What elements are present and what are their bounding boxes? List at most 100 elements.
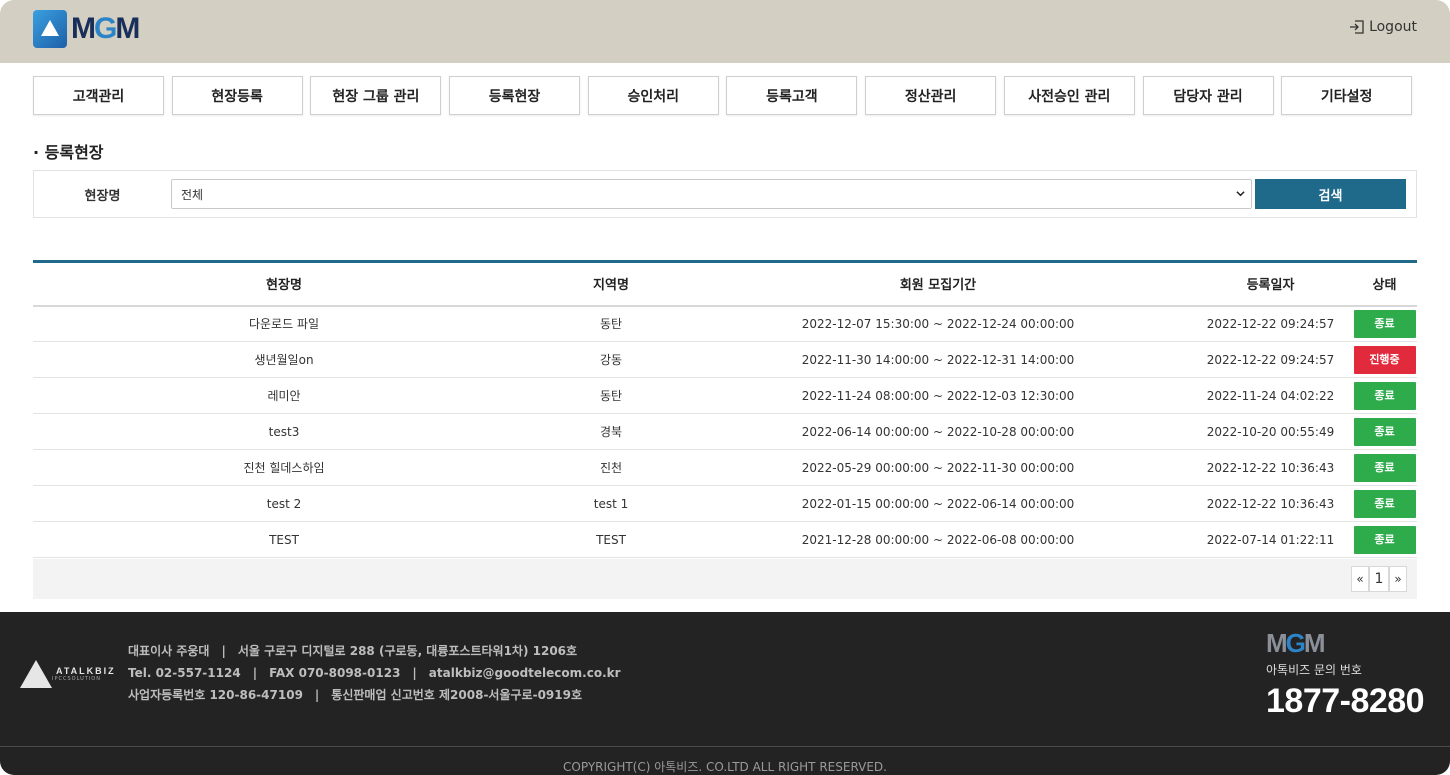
- pagination-bar: « 1 »: [33, 559, 1417, 599]
- cell-site-name: 진천 힐데스하임: [33, 449, 535, 486]
- cell-status: 종료: [1352, 521, 1417, 558]
- sites-table-wrap: 현장명 지역명 회원 모집기간 등록일자 상태 다운로드 파일 동탄 2022-12…: [33, 260, 1417, 558]
- cell-registered-date: 2022-07-14 01:22:11: [1189, 521, 1352, 558]
- top-header: MGM Logout: [0, 0, 1450, 63]
- cell-status: 진행중: [1352, 341, 1417, 378]
- company-info-line-1: 대표이사 주웅대 | 서울 구로구 디지털로 288 (구로동, 대륭포스트타워…: [128, 644, 578, 658]
- table-header-row: 현장명 지역명 회원 모집기간 등록일자 상태: [33, 261, 1417, 307]
- cell-site-name: 레미안: [33, 377, 535, 414]
- cell-region: 진천: [535, 449, 687, 486]
- cell-site-name: test 2: [33, 485, 535, 522]
- status-badge[interactable]: 종료: [1353, 489, 1416, 518]
- atalkbiz-logo-text: ATALKBIZ: [56, 665, 116, 676]
- nav-settlement-management[interactable]: 정산관리: [865, 76, 997, 115]
- cell-registered-date: 2022-11-24 04:02:22: [1189, 377, 1352, 414]
- company-info-line-2: Tel. 02-557-1124 | FAX 070-8098-0123 | a…: [128, 666, 621, 680]
- pagination-next-button[interactable]: »: [1389, 566, 1407, 592]
- contact-block: MGM 아톡비즈 문의 번호 1877-8280: [1266, 628, 1426, 721]
- cell-registered-date: 2022-12-22 09:24:57: [1189, 341, 1352, 378]
- table-row[interactable]: test 2 test 1 2022-01-15 00:00:00 ~ 2022-0…: [33, 485, 1417, 522]
- cell-registered-date: 2022-12-22 09:24:57: [1189, 305, 1352, 342]
- cell-region: test 1: [535, 485, 687, 522]
- table-row[interactable]: 다운로드 파일 동탄 2022-12-07 15:30:00 ~ 2022-12-2…: [33, 305, 1417, 342]
- column-header-registered-date: 등록일자: [1189, 261, 1352, 307]
- page-title: · 등록현장: [33, 143, 104, 162]
- table-row[interactable]: 레미안 동탄 2022-11-24 08:00:00 ~ 2022-12-03 12…: [33, 377, 1417, 414]
- cell-recruit-period: 2022-11-24 08:00:00 ~ 2022-12-03 12:30:0…: [687, 377, 1189, 414]
- cell-region: TEST: [535, 521, 687, 558]
- search-button[interactable]: 검색: [1255, 179, 1406, 209]
- cell-site-name: 다운로드 파일: [33, 305, 535, 342]
- logout-icon: [1350, 20, 1364, 34]
- sites-table: 현장명 지역명 회원 모집기간 등록일자 상태 다운로드 파일 동탄 2022-12…: [33, 260, 1417, 558]
- footer-divider: [0, 746, 1450, 747]
- cell-region: 경북: [535, 413, 687, 450]
- mgm-logo[interactable]: MGM: [33, 10, 140, 48]
- status-badge[interactable]: 종료: [1353, 309, 1416, 338]
- atalkbiz-logo-sub: IPCCSOLUTION: [52, 675, 101, 682]
- pagination-page-1[interactable]: 1: [1369, 566, 1389, 592]
- logout-button[interactable]: Logout: [1348, 18, 1417, 36]
- logo-mark-icon: [33, 10, 67, 48]
- site-name-label: 현장명: [84, 188, 121, 204]
- cell-recruit-period: 2022-12-07 15:30:00 ~ 2022-12-24 00:00:0…: [687, 305, 1189, 342]
- cell-recruit-period: 2022-06-14 00:00:00 ~ 2022-10-28 00:00:0…: [687, 413, 1189, 450]
- nav-registered-customers[interactable]: 등록고객: [726, 76, 858, 115]
- cell-status: 종료: [1352, 413, 1417, 450]
- pagination: « 1 »: [1351, 566, 1407, 592]
- cell-status: 종료: [1352, 377, 1417, 414]
- column-header-status: 상태: [1352, 261, 1417, 307]
- status-badge[interactable]: 종료: [1353, 525, 1416, 554]
- site-name-selected-value: 전체: [181, 187, 204, 202]
- copyright-text: COPYRIGHT(C) 아톡비즈. CO.LTD ALL RIGHT RESE…: [563, 760, 887, 774]
- atalkbiz-logo: ATALKBIZ IPCCSOLUTION: [20, 660, 116, 688]
- cell-status: 종료: [1352, 485, 1417, 522]
- cell-region: 동탄: [535, 377, 687, 414]
- logo-text: MGM: [71, 12, 140, 45]
- cell-status: 종료: [1352, 305, 1417, 342]
- atalkbiz-logo-icon: [20, 660, 52, 688]
- nav-site-group-management[interactable]: 현장 그룹 관리: [310, 76, 442, 115]
- cell-registered-date: 2022-12-22 10:36:43: [1189, 485, 1352, 522]
- table-row[interactable]: TEST TEST 2021-12-28 00:00:00 ~ 2022-06-08…: [33, 521, 1417, 558]
- contact-phone-number: 1877-8280: [1266, 682, 1425, 720]
- atalkbiz-logo-wordmark: ATALKBIZ IPCCSOLUTION: [52, 665, 116, 682]
- status-badge[interactable]: 종료: [1353, 417, 1416, 446]
- table-row[interactable]: 생년월일on 강동 2022-11-30 14:00:00 ~ 2022-12-31…: [33, 341, 1417, 378]
- site-name-select[interactable]: 전체: [171, 179, 1252, 209]
- cell-recruit-period: 2021-12-28 00:00:00 ~ 2022-06-08 00:00:0…: [687, 521, 1189, 558]
- column-header-site-name: 현장명: [33, 261, 535, 307]
- column-header-recruit-period: 회원 모집기간: [687, 261, 1189, 307]
- cell-site-name: test3: [33, 413, 535, 450]
- status-badge[interactable]: 종료: [1353, 453, 1416, 482]
- column-header-region: 지역명: [535, 261, 687, 307]
- cell-registered-date: 2022-12-22 10:36:43: [1189, 449, 1352, 486]
- company-info-line-3: 사업자등록번호 120-86-47109 | 통신판매업 신고번호 제2008-…: [128, 688, 583, 702]
- company-info: 대표이사 주웅대 | 서울 구로구 디지털로 288 (구로동, 대륭포스트타워…: [128, 640, 621, 706]
- nav-manager-management[interactable]: 담당자 관리: [1142, 76, 1274, 115]
- nav-registered-sites[interactable]: 등록현장: [449, 76, 581, 115]
- table-row[interactable]: 진천 힐데스하임 진천 2022-05-29 00:00:00 ~ 2022-11-…: [33, 449, 1417, 486]
- pagination-prev-button[interactable]: «: [1351, 566, 1369, 592]
- search-filter: 현장명 전체 검색: [33, 170, 1417, 218]
- main-nav: 고객관리 현장등록 현장 그룹 관리 등록현장 승인처리 등록고객 정산관리 사…: [33, 76, 1413, 115]
- contact-phone-label: 아톡비즈 문의 번호: [1266, 663, 1362, 677]
- app-frame: MGM Logout 고객관리 현장등록 현장 그룹 관리 등록현장 승인처리 …: [0, 0, 1450, 775]
- cell-status: 종료: [1352, 449, 1417, 486]
- footer-mgm-logo: MGM: [1266, 628, 1326, 658]
- cell-recruit-period: 2022-05-29 00:00:00 ~ 2022-11-30 00:00:0…: [687, 449, 1189, 486]
- nav-site-registration[interactable]: 현장등록: [171, 76, 303, 115]
- nav-pre-approval-management[interactable]: 사전승인 관리: [1003, 76, 1135, 115]
- nav-customer-management[interactable]: 고객관리: [33, 76, 164, 115]
- cell-site-name: 생년월일on: [33, 341, 535, 378]
- cell-recruit-period: 2022-11-30 14:00:00 ~ 2022-12-31 14:00:0…: [687, 341, 1189, 378]
- status-badge[interactable]: 종료: [1353, 381, 1416, 410]
- table-row[interactable]: test3 경북 2022-06-14 00:00:00 ~ 2022-10-28 …: [33, 413, 1417, 450]
- cell-region: 동탄: [535, 305, 687, 342]
- nav-approval-processing[interactable]: 승인처리: [587, 76, 719, 115]
- cell-registered-date: 2022-10-20 00:55:49: [1189, 413, 1352, 450]
- chevron-down-icon: [1236, 191, 1245, 197]
- logout-label: Logout: [1369, 19, 1417, 35]
- status-badge[interactable]: 진행중: [1353, 345, 1416, 374]
- nav-other-settings[interactable]: 기타설정: [1281, 76, 1413, 115]
